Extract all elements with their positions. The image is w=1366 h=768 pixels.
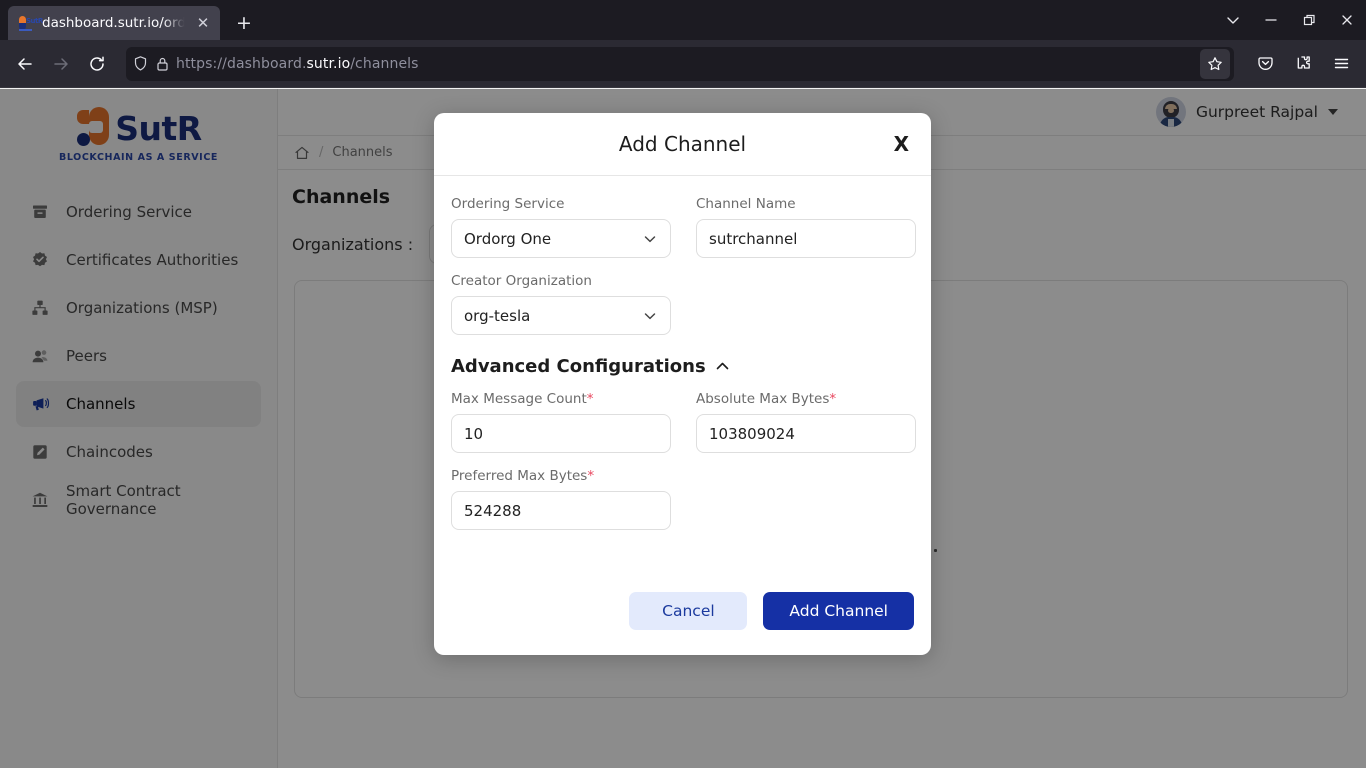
preferred-max-bytes-value: 524288: [464, 501, 522, 520]
close-icon[interactable]: X: [894, 132, 909, 156]
max-message-count-input[interactable]: 10: [451, 414, 671, 453]
absolute-max-bytes-group: Absolute Max Bytes* 103809024: [696, 391, 916, 453]
creator-organization-select[interactable]: org-tesla: [451, 296, 671, 335]
ordering-service-select[interactable]: Ordorg One: [451, 219, 671, 258]
chevron-down-icon: [642, 231, 658, 247]
tab-strip: SutR dashboard.sutr.io/orderin ✕ +: [0, 0, 1366, 40]
close-tab-icon[interactable]: ✕: [194, 14, 212, 32]
max-message-count-group: Max Message Count* 10: [451, 391, 671, 453]
forward-icon[interactable]: [44, 47, 78, 81]
advanced-configurations-label: Advanced Configurations: [451, 356, 706, 377]
padlock-icon[interactable]: [155, 56, 170, 72]
chevron-up-icon: [714, 358, 731, 375]
absolute-max-bytes-input[interactable]: 103809024: [696, 414, 916, 453]
tracking-protection-icon[interactable]: [132, 55, 149, 72]
modal-footer: Cancel Add Channel: [434, 592, 931, 655]
list-all-tabs-icon[interactable]: [1214, 0, 1252, 40]
cancel-button[interactable]: Cancel: [629, 592, 748, 630]
maximize-icon[interactable]: [1290, 0, 1328, 40]
star-icon[interactable]: [1200, 48, 1230, 79]
creator-organization-value: org-tesla: [464, 306, 531, 325]
extensions-icon[interactable]: [1286, 47, 1320, 81]
hamburger-menu-icon[interactable]: [1324, 47, 1358, 81]
preferred-max-bytes-label: Preferred Max Bytes*: [451, 468, 595, 484]
add-channel-button[interactable]: Add Channel: [763, 592, 914, 630]
advanced-configurations-toggle[interactable]: Advanced Configurations: [451, 356, 913, 377]
preferred-max-bytes-input[interactable]: 524288: [451, 491, 671, 530]
address-bar[interactable]: https://dashboard.sutr.io/channels: [126, 46, 1234, 81]
chevron-down-icon: [642, 308, 658, 324]
channel-name-label: Channel Name: [696, 196, 796, 212]
modal-header: Add Channel X: [434, 113, 931, 176]
url-text: https://dashboard.sutr.io/channels: [176, 55, 419, 72]
window-controls: [1214, 0, 1366, 40]
channel-name-value: sutrchannel: [709, 229, 798, 248]
absolute-max-bytes-value: 103809024: [709, 424, 795, 443]
toolbar-actions: [1242, 47, 1358, 81]
ordering-service-value: Ordorg One: [464, 229, 552, 248]
minimize-icon[interactable]: [1252, 0, 1290, 40]
reload-icon[interactable]: [80, 47, 114, 81]
sutr-favicon-icon: SutR: [18, 15, 43, 31]
max-message-count-value: 10: [464, 424, 484, 443]
back-icon[interactable]: [8, 47, 42, 81]
preferred-max-bytes-group: Preferred Max Bytes* 524288: [451, 468, 671, 530]
browser-toolbar: https://dashboard.sutr.io/channels: [0, 40, 1366, 88]
ordering-service-group: Ordering Service Ordorg One: [451, 196, 671, 258]
add-channel-modal: Add Channel X Ordering Service Ordorg On…: [434, 113, 931, 655]
creator-organization-label: Creator Organization: [451, 273, 592, 289]
modal-title: Add Channel: [618, 132, 747, 156]
creator-organization-group: Creator Organization org-tesla: [451, 273, 671, 335]
new-tab-button[interactable]: +: [228, 7, 260, 39]
modal-body: Ordering Service Ordorg One Channel Name…: [434, 176, 931, 592]
absolute-max-bytes-label: Absolute Max Bytes*: [696, 391, 837, 407]
browser-window: SutR dashboard.sutr.io/orderin ✕ +: [0, 0, 1366, 768]
tab-title: dashboard.sutr.io/orderin: [42, 15, 186, 31]
channel-name-group: Channel Name sutrchannel: [696, 196, 916, 258]
channel-name-input[interactable]: sutrchannel: [696, 219, 916, 258]
close-window-icon[interactable]: [1328, 0, 1366, 40]
pocket-icon[interactable]: [1248, 47, 1282, 81]
max-message-count-label: Max Message Count*: [451, 391, 594, 407]
ordering-service-label: Ordering Service: [451, 196, 565, 212]
browser-tab[interactable]: SutR dashboard.sutr.io/orderin ✕: [8, 6, 220, 40]
